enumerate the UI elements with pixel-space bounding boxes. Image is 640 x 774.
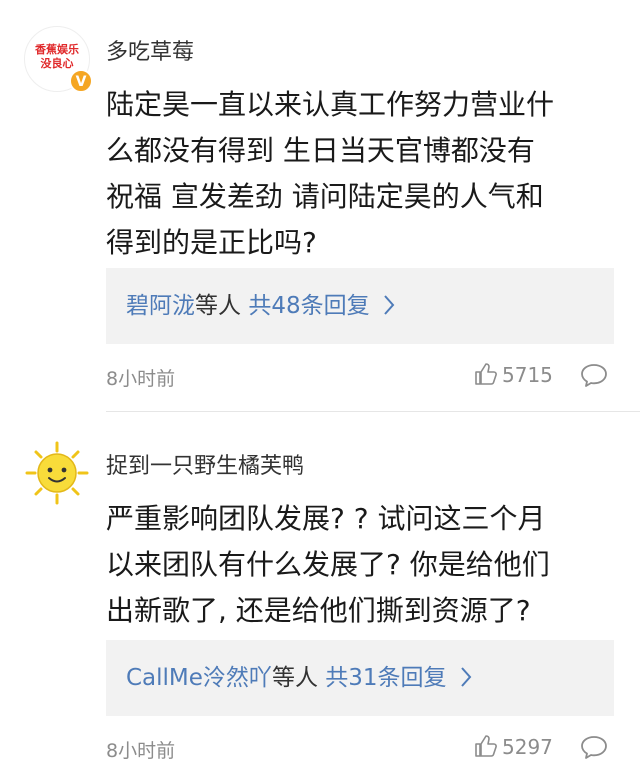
username[interactable]: 捉到一只野生橘芙鸭 [106,448,304,480]
thumbs-up-icon [475,735,497,757]
timestamp: 8小时前 [106,368,176,390]
thumbs-up-icon [475,363,497,385]
comment-item: 捉到一只野生橘芙鸭 严重影响团队发展? ? 试问这三个月 以来团队有什么发展了?… [0,412,640,774]
replies-box[interactable]: 碧阿泷等人 共48条回复 [106,268,614,344]
avatar[interactable]: 香蕉娱乐 没良心 V [24,26,93,93]
reply-others-text: 等人 [271,665,326,691]
reply-count-link[interactable]: 共48条回复 [248,293,369,319]
like-button[interactable]: 5297 [474,734,553,759]
verified-badge-icon: V [69,69,93,93]
like-count: 5297 [502,735,553,759]
avatar[interactable] [24,440,90,506]
sun-icon [25,441,89,505]
chevron-right-icon [461,667,472,687]
reply-count-link[interactable]: 共31条回复 [325,665,446,691]
username[interactable]: 多吃草莓 [106,34,194,66]
comment-bubble-icon[interactable] [580,734,608,760]
comment-text: 陆定昊一直以来认真工作努力营业什 么都没有得到 生日当天官博都没有 祝福 宣发差… [106,88,555,259]
reply-others-text: 等人 [195,293,249,319]
chevron-right-icon [384,295,395,315]
comment-text: 严重影响团队发展? ? 试问这三个月 以来团队有什么发展了? 你是给他们 出新歌… [106,502,550,627]
reply-user-link[interactable]: CallMe泠然吖 [126,665,272,691]
reply-user-link[interactable]: 碧阿泷 [126,293,195,319]
like-button[interactable]: 5715 [474,362,553,387]
like-count: 5715 [502,363,553,387]
avatar-text: 香蕉娱乐 没良心 [35,43,79,70]
timestamp: 8小时前 [106,740,176,762]
replies-box[interactable]: CallMe泠然吖等人 共31条回复 [106,640,614,716]
comment-item: 香蕉娱乐 没良心 V 多吃草莓 陆定昊一直以来认真工作努力营业什 么都没有得到 … [0,0,640,412]
comment-bubble-icon[interactable] [580,362,608,388]
